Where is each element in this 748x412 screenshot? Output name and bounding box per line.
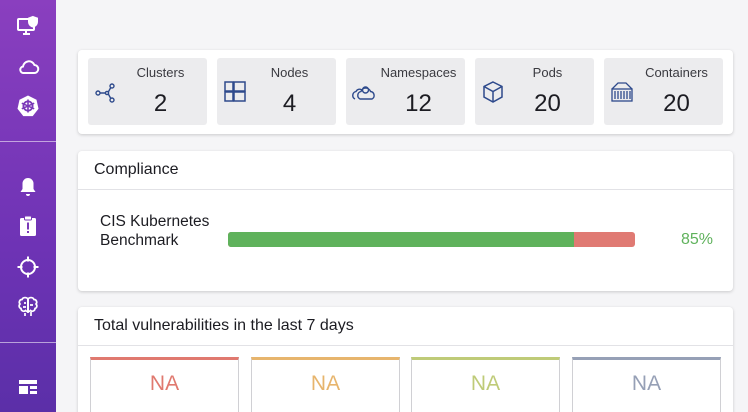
sidebar-divider [0, 342, 56, 343]
vuln-box-low[interactable]: NA [572, 357, 721, 412]
vuln-box-medium[interactable]: NA [411, 357, 560, 412]
card-divider [78, 189, 733, 190]
tile-label: Pods [532, 65, 563, 80]
vuln-value: NA [310, 372, 341, 395]
brain-icon[interactable] [14, 293, 42, 321]
tile-value: 4 [282, 90, 297, 117]
tile-value: 20 [534, 90, 561, 117]
crosshair-icon[interactable] [14, 253, 42, 281]
compliance-percent: 85% [680, 231, 713, 248]
vuln-value: NA [470, 372, 501, 395]
dashboard-icon[interactable] [14, 373, 42, 401]
tile-value: 20 [663, 90, 690, 117]
monitor-shield-icon[interactable] [14, 13, 42, 41]
tile-label: Nodes [270, 65, 309, 80]
tile-value: 12 [405, 90, 432, 117]
nodes-tile[interactable]: Nodes 4 [217, 58, 336, 125]
top-header [56, 0, 748, 48]
vulnerabilities-title: Total vulnerabilities in the last 7 days [94, 317, 354, 334]
compliance-progress-fill [228, 232, 574, 247]
clipboard-alert-icon[interactable] [14, 212, 42, 240]
vuln-value: NA [631, 372, 662, 395]
tile-label: Containers [645, 65, 708, 80]
sidebar [0, 0, 56, 412]
kubernetes-icon[interactable] [14, 92, 42, 120]
vulnerabilities-card: Total vulnerabilities in the last 7 days… [78, 307, 733, 412]
namespaces-tile[interactable]: Namespaces 12 [346, 58, 465, 125]
bell-icon[interactable] [14, 173, 42, 201]
tile-label: Clusters [136, 65, 185, 80]
card-divider [78, 345, 733, 346]
vuln-box-critical[interactable]: NA [90, 357, 239, 412]
compliance-progress-bar[interactable] [228, 232, 635, 247]
pods-tile[interactable]: Pods 20 [475, 58, 594, 125]
sidebar-divider [0, 141, 56, 142]
compliance-title: Compliance [94, 161, 179, 178]
tile-value: 2 [153, 90, 168, 117]
tile-label: Namespaces [380, 65, 457, 80]
containers-tile[interactable]: Containers 20 [604, 58, 723, 125]
compliance-card: Compliance CIS Kubernetes Benchmark 85% [78, 151, 733, 291]
vuln-value: NA [149, 372, 180, 395]
benchmark-label[interactable]: CIS Kubernetes Benchmark [100, 212, 210, 250]
clusters-tile[interactable]: Clusters 2 [88, 58, 207, 125]
inventory-summary-card: Clusters 2 Nodes 4 Namespaces 12 Pods 20… [78, 50, 733, 134]
cloud-icon[interactable] [14, 53, 42, 81]
vuln-box-high[interactable]: NA [251, 357, 400, 412]
